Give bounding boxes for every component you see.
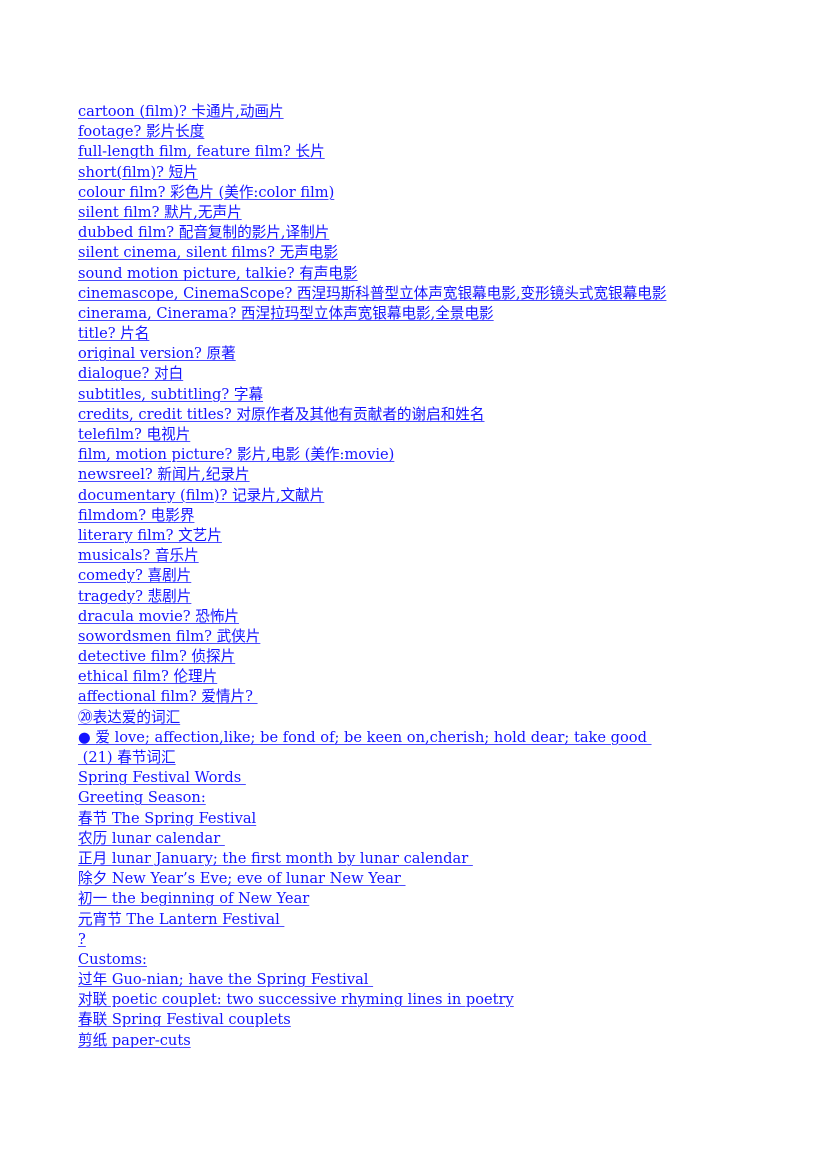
document-line-text: silent film? 默片,无声片 xyxy=(78,203,242,221)
document-line-text: ⑳表达爱的词汇 xyxy=(78,708,181,726)
document-line-text: footage? 影片长度 xyxy=(78,123,205,141)
document-line-text: credits, credit titles? 对原作者及其他有贡献者的谢启和姓… xyxy=(78,405,485,423)
document-line: filmdom? 电影界 xyxy=(78,506,778,526)
document-line: silent cinema, silent films? 无声电影 xyxy=(78,243,778,263)
document-line: newsreel? 新闻片,纪录片 xyxy=(78,465,778,485)
document-line-text: title? 片名 xyxy=(78,325,150,343)
document-line: 剪纸 paper-cuts xyxy=(78,1031,778,1051)
document-line-text: musicals? 音乐片 xyxy=(78,547,199,565)
document-line: dialogue? 对白 xyxy=(78,364,778,384)
document-line-text: affectional film? 爱情片? xyxy=(78,688,258,706)
document-line: (21) 春节词汇 xyxy=(78,748,778,768)
document-line: 春节 The Spring Festival xyxy=(78,809,778,829)
document-line-text: film, motion picture? 影片,电影 (美作:movie) xyxy=(78,446,395,464)
document-line-text: 对联 poetic couplet: two successive rhymin… xyxy=(78,991,514,1009)
document-line-text: 元宵节 The Lantern Festival xyxy=(78,910,285,928)
document-line: detective film? 侦探片 xyxy=(78,647,778,667)
document-line-text: 春节 The Spring Festival xyxy=(78,809,257,827)
document-line-text: newsreel? 新闻片,纪录片 xyxy=(78,466,250,484)
document-line: cinemascope, CinemaScope? 西涅玛斯科普型立体声宽银幕电… xyxy=(78,284,778,304)
document-line: ? xyxy=(78,930,778,950)
document-line-text: dracula movie? 恐怖片 xyxy=(78,607,240,625)
document-line: sound motion picture, talkie? 有声电影 xyxy=(78,264,778,284)
document-line-text: Spring Festival Words xyxy=(78,769,246,787)
document-line-text: Customs: xyxy=(78,950,147,968)
document-line: ethical film? 伦理片 xyxy=(78,667,778,687)
document-line: dracula movie? 恐怖片 xyxy=(78,607,778,627)
document-line: 除夕 New Year’s Eve; eve of lunar New Year xyxy=(78,869,778,889)
document-line: subtitles, subtitling? 字幕 xyxy=(78,385,778,405)
document-line: film, motion picture? 影片,电影 (美作:movie) xyxy=(78,445,778,465)
document-line: cinerama, Cinerama? 西涅拉玛型立体声宽银幕电影,全景电影 xyxy=(78,304,778,324)
document-line-text: subtitles, subtitling? 字幕 xyxy=(78,385,264,403)
document-line: telefilm? 电视片 xyxy=(78,425,778,445)
document-line-text: dubbed film? 配音复制的影片,译制片 xyxy=(78,224,330,242)
document-line-text: dialogue? 对白 xyxy=(78,365,184,383)
document-line: footage? 影片长度 xyxy=(78,122,778,142)
document-line-text: detective film? 侦探片 xyxy=(78,648,236,666)
document-line: 初一 the beginning of New Year xyxy=(78,889,778,909)
document-line-text: 除夕 New Year’s Eve; eve of lunar New Year xyxy=(78,870,406,888)
document-line: full-length film, feature film? 长片 xyxy=(78,142,778,162)
document-line: credits, credit titles? 对原作者及其他有贡献者的谢启和姓… xyxy=(78,405,778,425)
document-line-text: 剪纸 paper-cuts xyxy=(78,1031,191,1049)
document-line-text: tragedy? 悲剧片 xyxy=(78,587,192,605)
document-line: colour film? 彩色片 (美作:color film) xyxy=(78,183,778,203)
document-line-text: cartoon (film)? 卡通片,动画片 xyxy=(78,103,284,120)
document-line: cartoon (film)? 卡通片,动画片 xyxy=(78,102,778,122)
document-line: 农历 lunar calendar xyxy=(78,829,778,849)
document-line-text: ethical film? 伦理片 xyxy=(78,668,218,686)
document-line: affectional film? 爱情片? xyxy=(78,687,778,707)
document-line-text: 农历 lunar calendar xyxy=(78,829,225,847)
document-line-text: documentary (film)? 记录片,文献片 xyxy=(78,486,325,504)
document-line: 对联 poetic couplet: two successive rhymin… xyxy=(78,990,778,1010)
document-line: comedy? 喜剧片 xyxy=(78,566,778,586)
document-line-text: colour film? 彩色片 (美作:color film) xyxy=(78,183,335,201)
document-line-text: ? xyxy=(78,930,86,948)
document-line: 元宵节 The Lantern Festival xyxy=(78,910,778,930)
document-line: short(film)? 短片 xyxy=(78,163,778,183)
document-line-text: ● 爱 love; affection,like; be fond of; be… xyxy=(78,728,652,746)
document-line: 过年 Guo-nian; have the Spring Festival xyxy=(78,970,778,990)
document-line-text: original version? 原著 xyxy=(78,345,236,363)
document-line: original version? 原著 xyxy=(78,344,778,364)
document-line: dubbed film? 配音复制的影片,译制片 xyxy=(78,223,778,243)
document-line-text: cinerama, Cinerama? 西涅拉玛型立体声宽银幕电影,全景电影 xyxy=(78,304,494,322)
document-line-text: full-length film, feature film? 长片 xyxy=(78,143,325,161)
document-line-text: 过年 Guo-nian; have the Spring Festival xyxy=(78,971,374,989)
document-line: musicals? 音乐片 xyxy=(78,546,778,566)
document-line-text: literary film? 文艺片 xyxy=(78,526,222,544)
document-line-text: sound motion picture, talkie? 有声电影 xyxy=(78,264,358,282)
document-line-text: filmdom? 电影界 xyxy=(78,506,195,524)
document-line: documentary (film)? 记录片,文献片 xyxy=(78,486,778,506)
document-page: cartoon (film)? 卡通片,动画片 footage? 影片长度 full… xyxy=(0,0,827,1170)
document-line-text: (21) 春节词汇 xyxy=(78,749,176,766)
document-line-text: comedy? 喜剧片 xyxy=(78,567,192,585)
document-line: tragedy? 悲剧片 xyxy=(78,587,778,607)
document-line: ⑳表达爱的词汇 xyxy=(78,708,778,728)
document-line-text: sowordsmen film? 武侠片 xyxy=(78,627,261,645)
document-line: Customs: xyxy=(78,950,778,970)
document-line-text: Greeting Season: xyxy=(78,789,206,807)
document-line-text: short(film)? 短片 xyxy=(78,163,198,181)
document-line: literary film? 文艺片 xyxy=(78,526,778,546)
document-line: Spring Festival Words xyxy=(78,768,778,788)
document-line-text: 初一 the beginning of New Year xyxy=(78,890,310,908)
document-text-body: cartoon (film)? 卡通片,动画片 footage? 影片长度 full… xyxy=(78,102,778,1051)
document-line-text: 春联 Spring Festival couplets xyxy=(78,1011,291,1029)
document-line: ● 爱 love; affection,like; be fond of; be… xyxy=(78,728,778,748)
document-line-text: telefilm? 电视片 xyxy=(78,426,191,443)
document-line: sowordsmen film? 武侠片 xyxy=(78,627,778,647)
document-line: silent film? 默片,无声片 xyxy=(78,203,778,223)
document-line: Greeting Season: xyxy=(78,788,778,808)
document-line: title? 片名 xyxy=(78,324,778,344)
document-line-text: cinemascope, CinemaScope? 西涅玛斯科普型立体声宽银幕电… xyxy=(78,284,667,302)
document-line: 春联 Spring Festival couplets xyxy=(78,1010,778,1030)
document-line-text: silent cinema, silent films? 无声电影 xyxy=(78,244,338,262)
document-line: 正月 lunar January; the first month by lun… xyxy=(78,849,778,869)
document-line-text: 正月 lunar January; the first month by lun… xyxy=(78,849,473,867)
